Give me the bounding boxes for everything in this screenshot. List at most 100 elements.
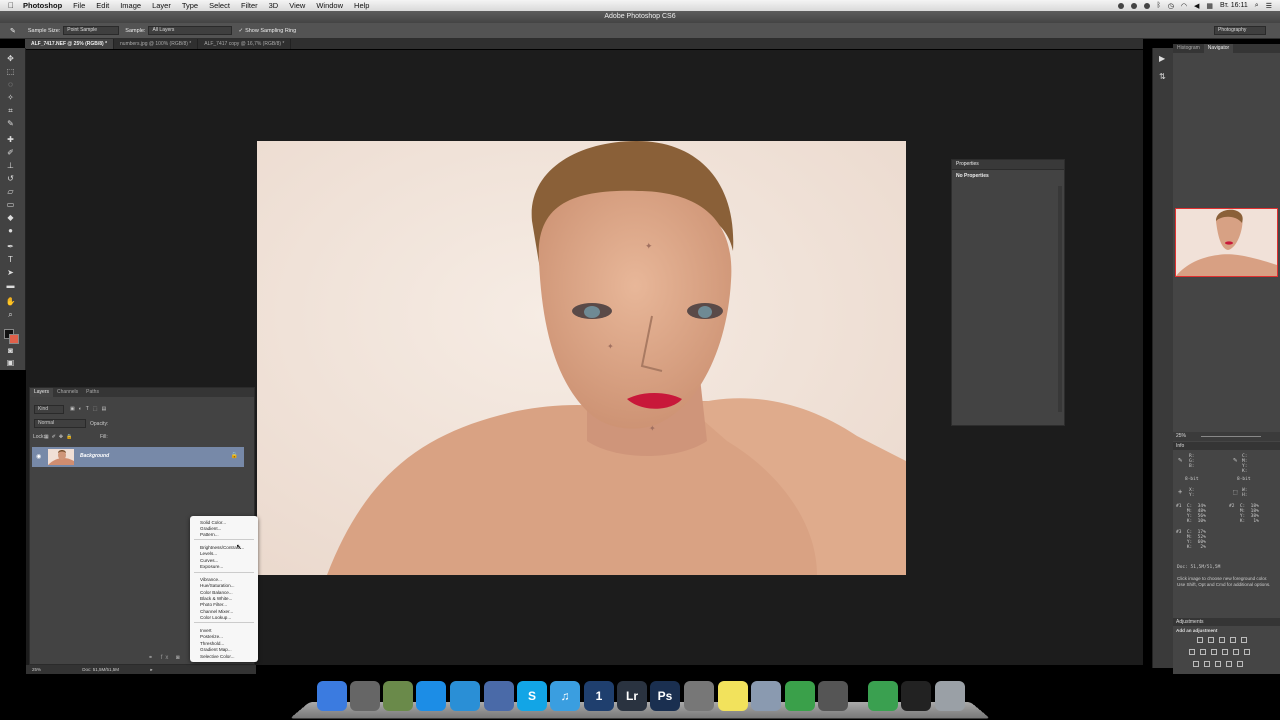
flag-icon[interactable]: ▦ — [1206, 2, 1213, 10]
stamp-tool-icon[interactable]: ⊥ — [5, 161, 16, 171]
menu-help[interactable]: Help — [354, 0, 369, 11]
menu-window[interactable]: Window — [316, 0, 343, 11]
dock-imovie-icon[interactable] — [818, 681, 848, 711]
menu-item-posterize[interactable]: Posterize... — [200, 634, 223, 639]
levels-adj-icon[interactable] — [1208, 637, 1214, 643]
menu-item-hue-saturation[interactable]: Hue/Saturation... — [200, 583, 234, 588]
menu-item-vibrance[interactable]: Vibrance... — [200, 577, 222, 582]
menu-item-pattern[interactable]: Pattern... — [200, 532, 219, 537]
navigator-zoom-value[interactable]: 25% — [1176, 433, 1186, 439]
channel-mixer-adj-icon[interactable] — [1233, 649, 1239, 655]
tab-histogram[interactable]: Histogram — [1173, 44, 1204, 53]
menu-type[interactable]: Type — [182, 0, 198, 11]
bluetooth-icon[interactable]: ᛒ — [1157, 2, 1161, 9]
dodge-tool-icon[interactable]: ● — [5, 226, 16, 236]
menu-item-curves[interactable]: Curves... — [200, 558, 218, 563]
hue-sat-adj-icon[interactable] — [1189, 649, 1195, 655]
exposure-adj-icon[interactable] — [1230, 637, 1236, 643]
color-balance-adj-icon[interactable] — [1200, 649, 1206, 655]
move-tool-icon[interactable]: ✥ — [5, 54, 16, 64]
hand-tool-icon[interactable]: ✋ — [5, 297, 16, 307]
adjustments-title[interactable]: Adjustments — [1173, 618, 1280, 626]
threshold-adj-icon[interactable] — [1215, 661, 1221, 667]
shape-tool-icon[interactable]: ▬ — [5, 281, 16, 291]
curves-adj-icon[interactable] — [1219, 637, 1225, 643]
lock-icons[interactable]: ▦✐✥🔒 — [44, 434, 75, 440]
dock-onepassword-icon[interactable]: 1 — [584, 681, 614, 711]
wifi-icon[interactable]: ◠ — [1181, 2, 1187, 10]
menu-3d[interactable]: 3D — [269, 0, 279, 11]
tab-navigator[interactable]: Navigator — [1203, 44, 1234, 53]
quick-mask-icon[interactable]: ◙ — [5, 346, 16, 356]
status-icon[interactable] — [1117, 2, 1124, 9]
menu-item-black-white[interactable]: Black & White... — [200, 596, 232, 601]
status-zoom[interactable]: 25% — [32, 667, 41, 672]
menu-filter[interactable]: Filter — [241, 0, 258, 11]
lasso-tool-icon[interactable]: ◌ — [5, 80, 16, 90]
menu-item-levels[interactable]: Levels... — [200, 551, 217, 556]
menu-item-color-lookup[interactable]: Color Lookup... — [200, 615, 231, 620]
brightness-adj-icon[interactable] — [1197, 637, 1203, 643]
navigator-thumbnail[interactable] — [1175, 208, 1278, 277]
gradient-tool-icon[interactable]: ▭ — [5, 200, 16, 210]
layer-row-background[interactable]: ◉ Background 🔒 — [32, 447, 244, 467]
menu-app-name[interactable]: Photoshop — [23, 0, 62, 11]
tab-document-3[interactable]: ALF_7417 copy @ 16,7% (RGB/8) * — [198, 39, 292, 49]
notification-icon[interactable]: ☰ — [1266, 2, 1272, 10]
layer-filter-icons[interactable]: ▣◐T⬚▤ — [70, 406, 110, 412]
apple-icon[interactable]:  — [8, 0, 14, 11]
eraser-tool-icon[interactable]: ▱ — [5, 187, 16, 197]
screen-mode-icon[interactable]: ▣ — [5, 358, 16, 368]
navigator-zoom-slider[interactable] — [1201, 436, 1261, 437]
dock-lightroom-icon[interactable]: Lr — [617, 681, 647, 711]
dock-contacts-icon[interactable] — [868, 681, 898, 711]
zoom-tool-icon[interactable]: ⌕ — [5, 310, 16, 320]
tab-layers[interactable]: Layers — [30, 388, 54, 397]
document-image[interactable]: ✦ ✦ ✦ — [257, 141, 906, 575]
menu-layer[interactable]: Layer — [152, 0, 171, 11]
tab-channels[interactable]: Channels — [53, 388, 82, 397]
dock-network-icon[interactable] — [751, 681, 781, 711]
background-color-swatch[interactable] — [9, 334, 19, 344]
clock[interactable]: Вт. 16:11 — [1220, 2, 1248, 9]
workspace-select[interactable]: Photography — [1214, 26, 1266, 35]
menu-image[interactable]: Image — [120, 0, 141, 11]
menu-view[interactable]: View — [289, 0, 305, 11]
black-white-adj-icon[interactable] — [1211, 649, 1217, 655]
quick-select-tool-icon[interactable]: ✧ — [5, 93, 16, 103]
layer-filter-kind-select[interactable]: Kind — [34, 405, 64, 414]
menu-item-selective-color[interactable]: Selective Color... — [200, 654, 234, 659]
gradient-map-adj-icon[interactable] — [1226, 661, 1232, 667]
dock-trash-icon[interactable] — [935, 681, 965, 711]
selective-color-adj-icon[interactable] — [1237, 661, 1243, 667]
sample-size-select[interactable]: Point Sample — [63, 26, 120, 35]
dock-preview-icon[interactable] — [484, 681, 514, 711]
brush-tool-icon[interactable]: ✐ — [5, 148, 16, 158]
dock-app-store-icon[interactable] — [416, 681, 446, 711]
posterize-adj-icon[interactable] — [1204, 661, 1210, 667]
time-machine-icon[interactable]: ◷ — [1168, 2, 1174, 10]
menu-file[interactable]: File — [73, 0, 85, 11]
sample-select[interactable]: All Layers — [148, 26, 233, 35]
dock-mail-icon[interactable] — [383, 681, 413, 711]
menu-item-threshold[interactable]: Threshold... — [200, 641, 224, 646]
healing-tool-icon[interactable]: ✚ — [5, 135, 16, 145]
properties-title[interactable]: Properties — [952, 160, 1064, 170]
menu-item-gradient[interactable]: Gradient... — [200, 526, 221, 531]
volume-icon[interactable]: ◀ — [1194, 2, 1199, 10]
dock-safari-icon[interactable] — [450, 681, 480, 711]
dock-photoshop-icon[interactable]: Ps — [650, 681, 680, 711]
marquee-tool-icon[interactable]: ⬚ — [5, 67, 16, 77]
blur-tool-icon[interactable]: ◆ — [5, 213, 16, 223]
show-ring-checkbox[interactable]: ✓ — [238, 28, 243, 34]
tab-document-2[interactable]: numbers.jpg @ 100% (RGB/8) * — [114, 39, 199, 49]
invert-adj-icon[interactable] — [1193, 661, 1199, 667]
status-icon[interactable] — [1143, 2, 1150, 9]
tab-paths[interactable]: Paths — [82, 388, 103, 397]
tab-document-1[interactable]: ALF_7417.NEF @ 25% (RGB/8) * — [25, 39, 115, 49]
dock-skype-icon[interactable]: S — [517, 681, 547, 711]
menu-item-solid-color[interactable]: Solid Color... — [200, 520, 226, 525]
dock-terminal-icon[interactable] — [901, 681, 931, 711]
properties-panel[interactable]: Properties No Properties — [951, 159, 1065, 426]
layers-footer-icons[interactable]: ⚭ fx ◙ — [148, 654, 183, 661]
